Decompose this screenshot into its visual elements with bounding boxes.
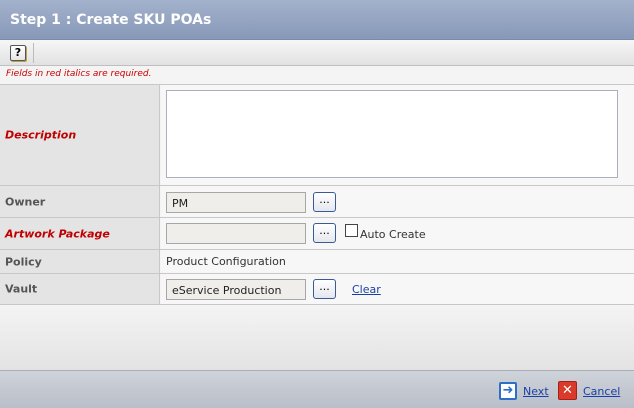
- artwork-package-row: Artwork Package ... Auto Create: [0, 217, 634, 249]
- owner-label: Owner: [0, 186, 160, 217]
- description-label: Description: [0, 85, 160, 185]
- help-icon[interactable]: ?: [10, 45, 26, 61]
- vault-cell: eService Production ... Clear: [161, 274, 634, 304]
- page-title: Step 1 : Create SKU POAs: [10, 12, 212, 28]
- description-cell: [161, 85, 634, 185]
- auto-create-label: Auto Create: [360, 228, 426, 241]
- auto-create-checkbox[interactable]: [345, 224, 358, 237]
- policy-cell: Product Configuration: [161, 250, 634, 273]
- owner-input[interactable]: PM: [166, 192, 306, 213]
- vault-row: Vault eService Production ... Clear: [0, 273, 634, 304]
- cancel-link[interactable]: Cancel: [583, 385, 620, 398]
- policy-row: Policy Product Configuration: [0, 249, 634, 273]
- vault-input[interactable]: eService Production: [166, 279, 306, 300]
- vault-browse-button[interactable]: ...: [313, 279, 336, 299]
- next-link[interactable]: Next: [523, 385, 549, 398]
- artwork-package-browse-button[interactable]: ...: [313, 223, 336, 243]
- description-textarea[interactable]: [166, 90, 618, 178]
- vault-label: Vault: [0, 274, 160, 304]
- toolbar-separator: [33, 43, 34, 63]
- toolbar: [0, 40, 634, 66]
- policy-label: Policy: [0, 250, 160, 273]
- vault-clear-link[interactable]: Clear: [352, 283, 381, 296]
- owner-cell: PM ...: [161, 186, 634, 217]
- artwork-package-label: Artwork Package: [0, 218, 160, 249]
- artwork-package-cell: ... Auto Create: [161, 218, 634, 249]
- cancel-x-icon[interactable]: ✕: [558, 381, 577, 400]
- owner-browse-button[interactable]: ...: [313, 192, 336, 212]
- required-fields-note: Fields in red italics are required.: [6, 69, 152, 79]
- form-bottom-area: [0, 304, 634, 370]
- policy-value: Product Configuration: [166, 255, 286, 268]
- next-arrow-icon[interactable]: ➜: [499, 382, 517, 400]
- title-bar: Step 1 : Create SKU POAs: [0, 0, 634, 40]
- artwork-package-input[interactable]: [166, 223, 306, 244]
- description-row: Description: [0, 84, 634, 185]
- owner-row: Owner PM ...: [0, 185, 634, 217]
